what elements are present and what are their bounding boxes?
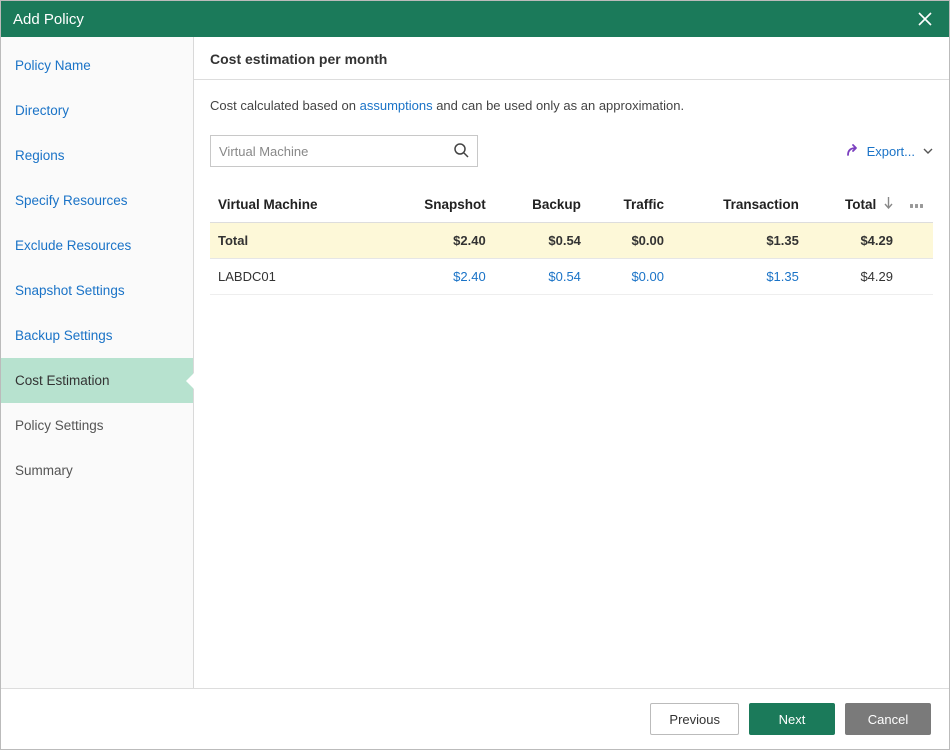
sidebar-item-specify-resources[interactable]: Specify Resources	[1, 178, 193, 223]
toolbar: Export...	[210, 135, 933, 167]
sidebar-item-summary[interactable]: Summary	[1, 448, 193, 493]
sidebar-item-regions[interactable]: Regions	[1, 133, 193, 178]
assumptions-link[interactable]: assumptions	[360, 98, 433, 113]
table-row[interactable]: LABDC01 $2.40 $0.54 $0.00 $1.35 $4.29	[210, 259, 933, 295]
sidebar-item-backup-settings[interactable]: Backup Settings	[1, 313, 193, 358]
previous-button[interactable]: Previous	[650, 703, 739, 735]
main-panel: Cost estimation per month Cost calculate…	[194, 37, 949, 688]
info-prefix: Cost calculated based on	[210, 98, 360, 113]
export-label: Export...	[867, 144, 915, 159]
total-transaction: $1.35	[672, 223, 807, 259]
ellipsis-icon	[909, 197, 925, 212]
sidebar-item-label: Policy Name	[15, 58, 91, 73]
wizard-sidebar: Policy Name Directory Regions Specify Re…	[1, 37, 194, 688]
col-header-vm[interactable]: Virtual Machine	[210, 187, 380, 223]
sidebar-item-label: Policy Settings	[15, 418, 104, 433]
sidebar-item-label: Specify Resources	[15, 193, 128, 208]
dialog-footer: Previous Next Cancel	[1, 688, 949, 749]
sidebar-item-exclude-resources[interactable]: Exclude Resources	[1, 223, 193, 268]
sidebar-item-policy-settings[interactable]: Policy Settings	[1, 403, 193, 448]
cell-backup[interactable]: $0.54	[494, 259, 589, 295]
col-header-backup[interactable]: Backup	[494, 187, 589, 223]
sidebar-item-label: Directory	[15, 103, 69, 118]
dialog-title: Add Policy	[13, 11, 84, 28]
cancel-button[interactable]: Cancel	[845, 703, 931, 735]
page-title: Cost estimation per month	[194, 37, 949, 80]
sidebar-item-label: Backup Settings	[15, 328, 113, 343]
col-header-total-label: Total	[845, 197, 876, 212]
search-box[interactable]	[210, 135, 478, 167]
dialog-body: Policy Name Directory Regions Specify Re…	[1, 37, 949, 688]
info-text: Cost calculated based on assumptions and…	[210, 98, 933, 113]
titlebar: Add Policy	[1, 1, 949, 37]
col-header-snapshot[interactable]: Snapshot	[380, 187, 494, 223]
cell-vm: LABDC01	[210, 259, 380, 295]
cell-total: $4.29	[807, 259, 901, 295]
sidebar-item-label: Regions	[15, 148, 65, 163]
column-options-button[interactable]	[901, 187, 933, 223]
table-total-row: Total $2.40 $0.54 $0.00 $1.35 $4.29	[210, 223, 933, 259]
total-backup: $0.54	[494, 223, 589, 259]
sidebar-item-label: Cost Estimation	[15, 373, 110, 388]
sidebar-item-label: Snapshot Settings	[15, 283, 125, 298]
search-input[interactable]	[219, 144, 453, 159]
sidebar-item-snapshot-settings[interactable]: Snapshot Settings	[1, 268, 193, 313]
cost-table: Virtual Machine Snapshot Backup Traffic …	[210, 187, 933, 295]
sidebar-item-label: Exclude Resources	[15, 238, 131, 253]
sidebar-item-label: Summary	[15, 463, 73, 478]
export-icon	[845, 142, 861, 161]
total-label: Total	[210, 223, 380, 259]
col-header-traffic[interactable]: Traffic	[589, 187, 672, 223]
total-snapshot: $2.40	[380, 223, 494, 259]
export-button[interactable]: Export...	[845, 142, 933, 161]
sidebar-item-cost-estimation[interactable]: Cost Estimation	[1, 358, 193, 403]
total-traffic: $0.00	[589, 223, 672, 259]
search-icon[interactable]	[453, 142, 469, 161]
col-header-total[interactable]: Total	[807, 187, 901, 223]
sidebar-item-directory[interactable]: Directory	[1, 88, 193, 133]
cell-snapshot[interactable]: $2.40	[380, 259, 494, 295]
cell-traffic[interactable]: $0.00	[589, 259, 672, 295]
sort-down-icon	[884, 197, 893, 212]
cell-transaction[interactable]: $1.35	[672, 259, 807, 295]
total-total: $4.29	[807, 223, 901, 259]
chevron-down-icon	[923, 144, 933, 159]
close-button[interactable]	[913, 7, 937, 31]
next-button[interactable]: Next	[749, 703, 835, 735]
main-content: Cost calculated based on assumptions and…	[194, 80, 949, 688]
info-suffix: and can be used only as an approximation…	[433, 98, 685, 113]
add-policy-dialog: Add Policy Policy Name Directory Regions…	[0, 0, 950, 750]
sidebar-item-policy-name[interactable]: Policy Name	[1, 43, 193, 88]
col-header-transaction[interactable]: Transaction	[672, 187, 807, 223]
close-icon	[918, 12, 932, 26]
